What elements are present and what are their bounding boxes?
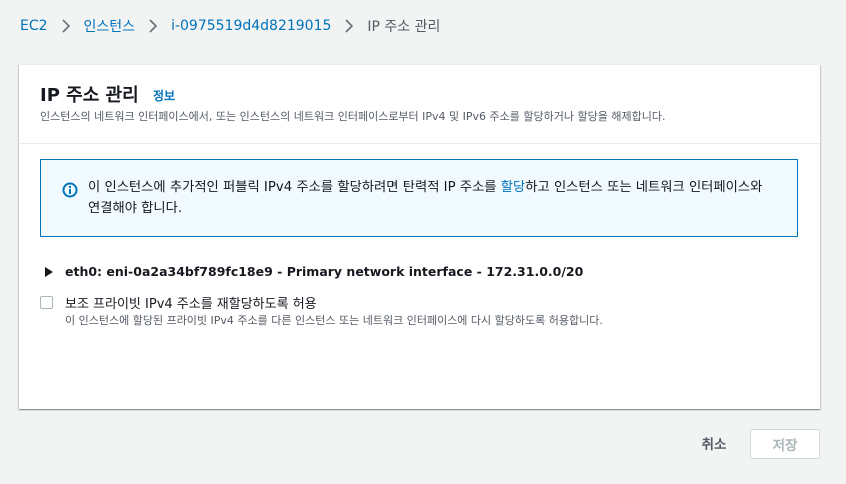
- alert-message: 이 인스턴스에 추가적인 퍼블릭 IPv4 주소를 할당하려면 탄력적 IP 주…: [88, 177, 778, 219]
- page-title: IP 주소 관리: [40, 85, 139, 106]
- breadcrumb-instance-id[interactable]: i-0975519d4d8219015: [171, 18, 331, 34]
- chevron-right-icon: [149, 19, 158, 33]
- network-interface-label: eth0: eni-0a2a34bf789fc18e9 - Primary ne…: [65, 264, 584, 279]
- manage-ip-panel: IP 주소 관리 정보 인스턴스의 네트워크 인터페이스에서, 또는 인스턴스의…: [19, 64, 820, 409]
- breadcrumb-current: IP 주소 관리: [367, 19, 441, 35]
- breadcrumb-ec2[interactable]: EC2: [20, 18, 48, 34]
- panel-description: 인스턴스의 네트워크 인터페이스에서, 또는 인스턴스의 네트워크 인터페이스로…: [40, 110, 666, 123]
- alert-text-before: 이 인스턴스에 추가적인 퍼블릭 IPv4 주소를 할당하려면 탄력적 IP 주…: [88, 180, 501, 195]
- network-interface-expander[interactable]: eth0: eni-0a2a34bf789fc18e9 - Primary ne…: [44, 264, 583, 279]
- caret-right-icon: [45, 266, 53, 277]
- chevron-right-icon: [345, 19, 354, 33]
- info-link[interactable]: 정보: [153, 87, 175, 104]
- info-icon: [62, 182, 78, 198]
- info-alert: 이 인스턴스에 추가적인 퍼블릭 IPv4 주소를 할당하려면 탄력적 IP 주…: [40, 159, 798, 237]
- allow-reassign-checkbox[interactable]: [40, 296, 53, 309]
- panel-header: IP 주소 관리 정보 인스턴스의 네트워크 인터페이스에서, 또는 인스턴스의…: [19, 65, 820, 144]
- breadcrumb-instances[interactable]: 인스턴스: [84, 16, 136, 36]
- allow-reassign-description: 이 인스턴스에 할당된 프라이빗 IPv4 주소를 다른 인스턴스 또는 네트워…: [65, 314, 603, 327]
- breadcrumb: EC2 인스턴스 i-0975519d4d8219015 IP 주소 관리: [20, 15, 440, 37]
- allow-reassign-label[interactable]: 보조 프라이빗 IPv4 주소를 재할당하도록 허용: [65, 293, 317, 312]
- allocate-link[interactable]: 할당: [501, 180, 525, 195]
- cancel-button[interactable]: 취소: [690, 431, 738, 455]
- save-button[interactable]: 저장: [750, 429, 820, 459]
- chevron-right-icon: [61, 19, 70, 33]
